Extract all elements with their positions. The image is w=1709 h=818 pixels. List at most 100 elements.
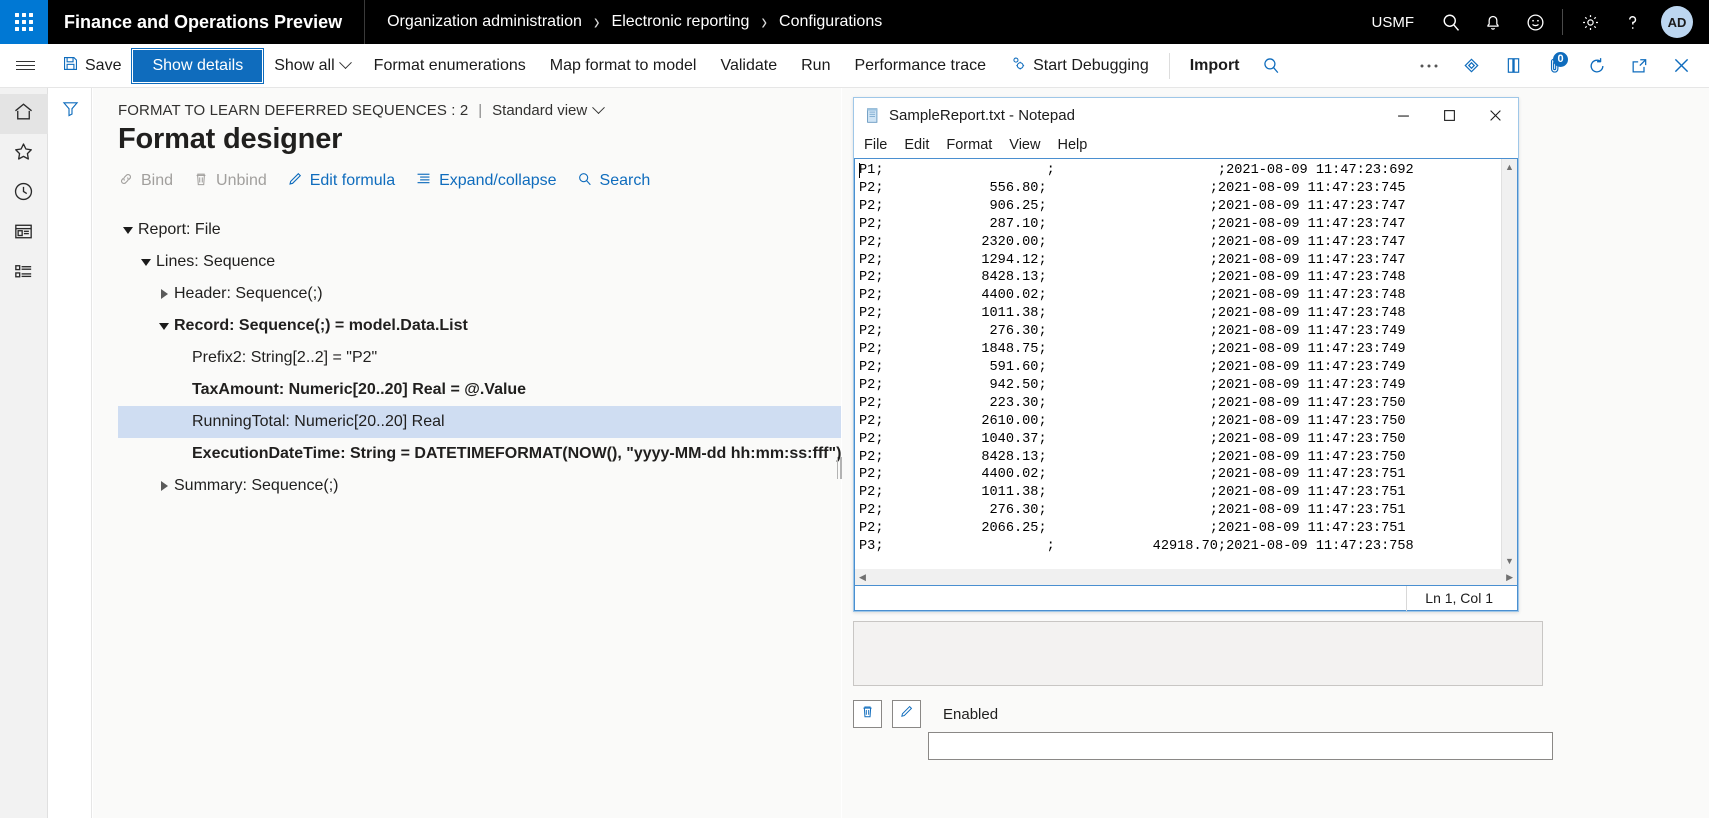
notifications-bell-icon[interactable] — [1472, 0, 1514, 44]
tree-expand-triangle-icon[interactable] — [154, 289, 174, 299]
view-selector-label: Standard view — [492, 102, 588, 119]
expand-collapse-button[interactable]: Expand/collapse — [415, 170, 557, 192]
scroll-up-arrow-icon[interactable]: ▲ — [1505, 159, 1514, 175]
edit-formula-button[interactable]: Edit formula — [287, 171, 395, 192]
import-button[interactable]: Import — [1178, 50, 1252, 82]
link-bind-icon — [118, 171, 134, 192]
sidebar-item-favorites[interactable] — [0, 134, 48, 174]
expand-collapse-label: Expand/collapse — [439, 172, 557, 189]
show-details-button[interactable]: Show details — [131, 47, 265, 84]
more-ellipsis-icon[interactable] — [1409, 46, 1449, 86]
format-designer-tree: Report: File Lines: Sequence Header: Seque… — [118, 214, 841, 502]
breadcrumb-item-organization-administration[interactable]: Organization administration — [387, 13, 582, 31]
home-icon — [12, 100, 35, 128]
company-code[interactable]: USMF — [1356, 14, 1431, 31]
notepad-horizontal-scrollbar[interactable]: ◀ ▶ — [854, 569, 1518, 586]
save-button[interactable]: Save — [50, 50, 133, 82]
save-label: Save — [85, 56, 122, 74]
tree-collapse-triangle-icon[interactable] — [154, 322, 174, 330]
notepad-title-bar[interactable]: SampleReport.txt - Notepad — [854, 98, 1518, 132]
validate-label: Validate — [720, 56, 778, 74]
breadcrumb-item-electronic-reporting[interactable]: Electronic reporting — [612, 13, 750, 31]
tree-row[interactable]: Header: Sequence(;) — [118, 278, 841, 310]
run-button[interactable]: Run — [789, 50, 842, 82]
tree-row[interactable]: Report: File — [118, 214, 841, 246]
notepad-menu-format[interactable]: Format — [946, 137, 992, 153]
bind-button[interactable]: Bind — [118, 171, 173, 192]
tree-row[interactable]: RunningTotal: Numeric[20..20] Real — [118, 406, 841, 438]
notepad-text-area-container: P1; ; ;2021-08-09 11:47:23:692 P2; 556.8… — [854, 158, 1518, 569]
list-expand-icon — [415, 170, 432, 192]
pencil-edit-icon — [899, 704, 914, 724]
notepad-menu-file[interactable]: File — [864, 137, 887, 153]
notepad-menu-view[interactable]: View — [1009, 137, 1040, 153]
divider — [1168, 52, 1170, 79]
tree-collapse-triangle-icon[interactable] — [136, 258, 156, 266]
attachments-paperclip-icon[interactable]: 0 — [1535, 46, 1575, 86]
sidebar-item-recent[interactable] — [0, 174, 48, 214]
settings-gear-icon[interactable] — [1569, 0, 1611, 44]
tree-row[interactable]: Lines: Sequence — [118, 246, 841, 278]
avatar[interactable]: AD — [1661, 6, 1693, 38]
edit-formula-label: Edit formula — [309, 172, 396, 189]
enabled-label: Enabled — [943, 705, 999, 723]
start-debugging-label: Start Debugging — [1033, 56, 1149, 74]
bottom-input-field[interactable] — [928, 732, 1553, 760]
breadcrumb-item-configurations[interactable]: Configurations — [779, 13, 882, 31]
close-x-icon[interactable] — [1661, 46, 1701, 86]
performance-trace-label: Performance trace — [854, 56, 987, 74]
refresh-circle-icon[interactable] — [1577, 46, 1617, 86]
sidebar-item-workspaces[interactable] — [0, 214, 48, 254]
unbind-button[interactable]: Unbind — [193, 171, 267, 192]
scroll-down-arrow-icon[interactable]: ▼ — [1505, 553, 1514, 569]
tree-row[interactable]: Summary: Sequence(;) — [118, 470, 841, 502]
format-enumerations-button[interactable]: Format enumerations — [362, 50, 538, 82]
maximize-icon[interactable] — [1426, 98, 1472, 132]
navigation-menu-icon[interactable] — [0, 44, 50, 88]
share-diamond-icon[interactable] — [1451, 46, 1491, 86]
tree-collapse-triangle-icon[interactable] — [118, 226, 138, 234]
import-label: Import — [1189, 56, 1240, 74]
page-title: Format designer — [118, 123, 343, 155]
notepad-menu-edit[interactable]: Edit — [904, 137, 929, 153]
notepad-menu-help[interactable]: Help — [1057, 137, 1087, 153]
chevron-down-icon — [592, 101, 606, 115]
help-question-icon[interactable] — [1611, 0, 1653, 44]
tree-row[interactable]: TaxAmount: Numeric[20..20] Real = @.Valu… — [118, 374, 841, 406]
map-format-to-model-button[interactable]: Map format to model — [538, 50, 709, 82]
delete-button[interactable] — [853, 700, 882, 728]
filter-funnel-icon[interactable] — [60, 98, 81, 818]
start-debugging-button[interactable]: Start Debugging — [998, 50, 1161, 82]
feedback-smiley-icon[interactable] — [1514, 0, 1556, 44]
minimize-icon[interactable] — [1380, 98, 1426, 132]
scroll-right-arrow-icon[interactable]: ▶ — [1506, 572, 1513, 583]
sidebar-item-modules[interactable] — [0, 254, 48, 294]
workspaces-window-icon — [12, 220, 35, 248]
edit-button[interactable] — [892, 700, 921, 728]
tree-expand-triangle-icon[interactable] — [154, 481, 174, 491]
notepad-text-content[interactable]: P1; ; ;2021-08-09 11:47:23:692 P2; 556.8… — [855, 159, 1501, 569]
scroll-left-arrow-icon[interactable]: ◀ — [859, 572, 866, 583]
app-title: Finance and Operations Preview — [64, 11, 343, 32]
open-new-window-icon[interactable] — [1619, 46, 1659, 86]
breadcrumb-separator-icon: › — [761, 8, 768, 35]
close-x-icon[interactable] — [1472, 98, 1518, 132]
notepad-vertical-scrollbar[interactable]: ▲ ▼ — [1501, 159, 1517, 569]
open-in-office-icon[interactable] — [1493, 46, 1533, 86]
validate-button[interactable]: Validate — [708, 50, 789, 82]
search-icon[interactable] — [1252, 46, 1292, 86]
search-button[interactable]: Search — [577, 171, 650, 192]
tree-row-label: Summary: Sequence(;) — [174, 477, 339, 494]
app-launcher-icon[interactable] — [0, 0, 48, 44]
tree-row-label: Prefix2: String[2..2] = "P2" — [192, 349, 378, 366]
performance-trace-button[interactable]: Performance trace — [842, 50, 998, 82]
notepad-document-icon — [864, 107, 881, 124]
tree-row[interactable]: Record: Sequence(;) = model.Data.List — [118, 310, 841, 342]
show-all-dropdown[interactable]: Show all — [262, 50, 361, 82]
tree-row[interactable]: Prefix2: String[2..2] = "P2" — [118, 342, 841, 374]
tree-row-label: Record: Sequence(;) = model.Data.List — [174, 317, 468, 334]
sidebar-item-home[interactable] — [0, 94, 48, 134]
search-icon[interactable] — [1430, 0, 1472, 44]
view-selector[interactable]: Standard view — [492, 101, 606, 119]
tree-row[interactable]: ExecutionDateTime: String = DATETIMEFORM… — [118, 438, 841, 470]
